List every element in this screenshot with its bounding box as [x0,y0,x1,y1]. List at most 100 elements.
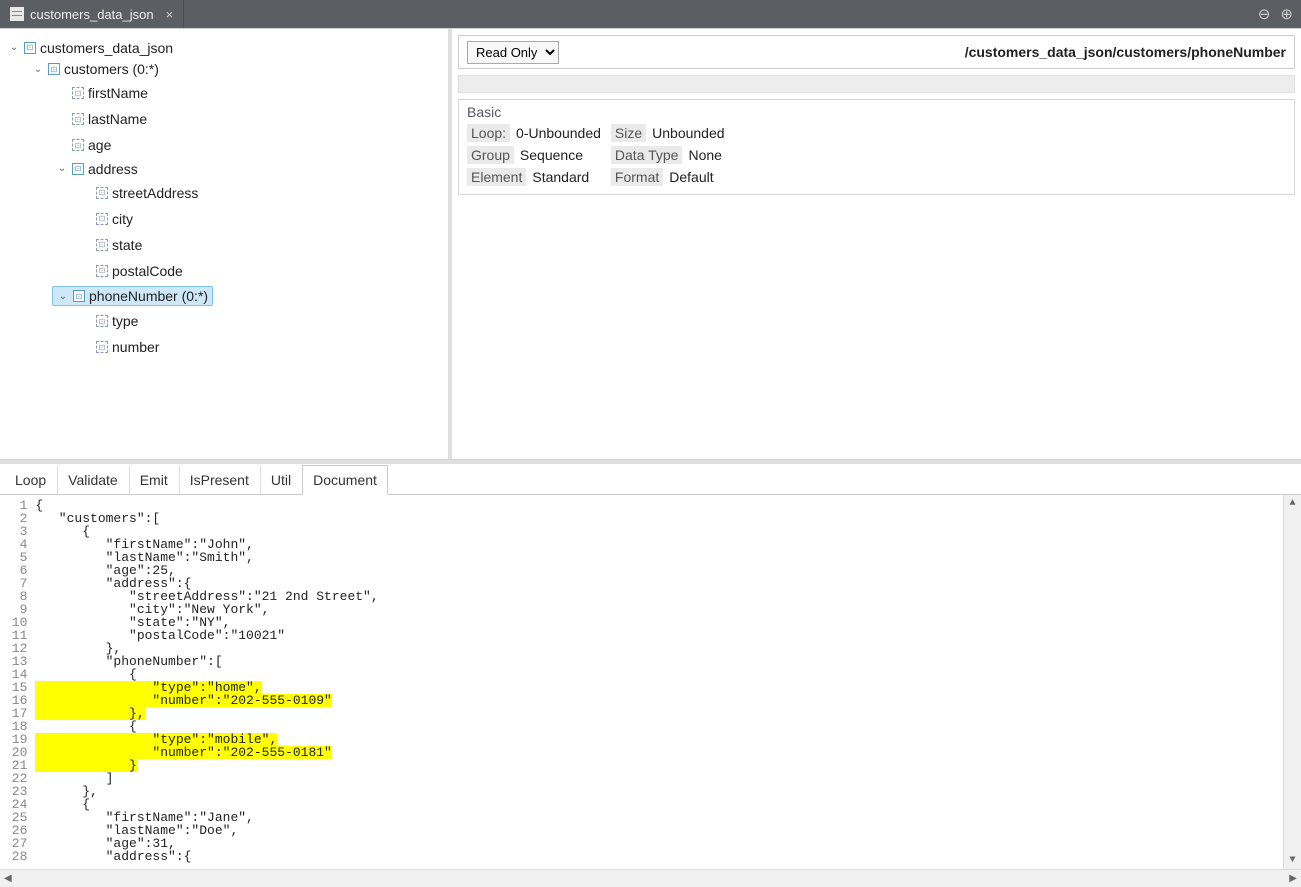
editor-tab-bar: customers_data_json × ⊖ ⊕ [0,0,1301,28]
code-line: "number":"202-555-0181" [35,746,1283,759]
tree-node[interactable]: ⊡ city [76,210,137,228]
main-split: ⌄⊡customers_data_json⌄⊡customers (0:*)⊡f… [0,28,1301,460]
scroll-right-icon[interactable]: ▶ [1289,873,1297,884]
maximize-icon[interactable]: ⊕ [1280,7,1293,22]
detail-panel: Read Only /customers_data_json/customers… [452,29,1301,459]
property-value: Sequence [520,147,583,163]
field-icon: ⊡ [96,187,108,199]
tree-node-label: phoneNumber (0:*) [89,288,208,304]
scroll-left-icon[interactable]: ◀ [4,873,12,884]
tab-validate[interactable]: Validate [57,465,129,495]
mode-select[interactable]: Read Only [467,41,559,64]
code-line: "customers":[ [35,512,1283,525]
collapse-icon[interactable]: ⌄ [57,291,69,302]
code-line: } [35,759,1283,772]
object-icon: ⊡ [72,163,84,175]
document-icon [10,7,24,21]
tree-node[interactable]: ⊡number [76,338,163,356]
detail-separator [458,75,1295,93]
tree-node-label: customers_data_json [40,40,173,56]
property-value: 0-Unbounded [516,125,601,141]
tree-node[interactable]: ⊡streetAddress [76,184,202,202]
scroll-down-icon[interactable]: ▼ [1289,852,1295,869]
tab-ispresent[interactable]: IsPresent [179,465,260,495]
property-label: Format [611,168,663,186]
code-line: "age":25, [35,564,1283,577]
property-cell: Loop: 0-Unbounded [467,124,601,142]
code-editor: 1 2 3 4 5 6 7 8 9 10 11 12 13 14 15 16 1… [0,495,1301,869]
code-line: "lastName":"Doe", [35,824,1283,837]
tree-node[interactable]: ⊡postalCode [76,262,187,280]
tab-loop[interactable]: Loop [4,465,57,495]
editor-tab[interactable]: customers_data_json × [0,0,184,28]
property-cell: Element Standard [467,168,601,186]
bottom-panel: LoopValidateEmitIsPresentUtilDocument 1 … [0,460,1301,887]
code-body[interactable]: { "customers":[ { "firstName":"John", "l… [35,495,1283,869]
scroll-up-icon[interactable]: ▲ [1289,495,1295,512]
code-line: ] [35,772,1283,785]
tree-panel: ⌄⊡customers_data_json⌄⊡customers (0:*)⊡f… [0,29,452,459]
close-icon[interactable]: × [166,7,174,22]
field-icon: ⊡ [96,265,108,277]
bottom-tab-strip: LoopValidateEmitIsPresentUtilDocument [0,464,1301,495]
basic-legend: Basic [459,100,1294,120]
tree-node-label: lastName [88,111,147,127]
property-value: None [688,147,721,163]
tab-emit[interactable]: Emit [129,465,179,495]
property-label: Loop: [467,124,510,142]
detail-header: Read Only /customers_data_json/customers… [458,35,1295,69]
tree-node-label: firstName [88,85,148,101]
code-line: "phoneNumber":[ [35,655,1283,668]
property-value: Standard [532,169,589,185]
basic-group: Basic Loop: 0-Unbounded SizeUnbounded Group… [458,99,1295,195]
tree-node[interactable]: ⊡ state [76,236,146,254]
field-icon: ⊡ [96,213,108,225]
tree-node[interactable]: ⌄⊡phoneNumber (0:*) [52,286,213,306]
tab-util[interactable]: Util [260,465,302,495]
field-icon: ⊡ [72,113,84,125]
code-line: "postalCode":"10021" [35,629,1283,642]
node-path: /customers_data_json/customers/phoneNumb… [965,44,1286,60]
property-label: Element [467,168,526,186]
basic-grid: Loop: 0-Unbounded SizeUnbounded Group Sequen… [459,120,1294,194]
tree-node[interactable]: ⌄⊡customers (0:*) [28,60,163,78]
code-line: "age":31, [35,837,1283,850]
tree-node-label: number [112,339,159,355]
property-cell: Format Default [611,168,725,186]
tree-node-label: state [112,237,142,253]
tree-node[interactable]: ⊡ type [76,312,142,330]
tree-node[interactable]: ⌄⊡address [52,160,142,178]
property-label: Group [467,146,514,164]
tree-node[interactable]: ⌄ ⊡ customers_data_json [4,39,177,57]
code-line: }, [35,707,1283,720]
collapse-icon[interactable]: ⌄ [32,64,44,75]
tree-node[interactable]: ⊡ lastName [52,110,151,128]
collapse-icon[interactable]: ⌄ [56,163,68,174]
property-label: Data Type [611,146,683,164]
object-icon: ⊡ [24,42,36,54]
property-cell: SizeUnbounded [611,124,725,142]
code-line: { [35,499,1283,512]
code-line: "lastName":"Smith", [35,551,1283,564]
code-line: }, [35,785,1283,798]
field-icon: ⊡ [72,139,84,151]
tree-node[interactable]: ⊡firstName [52,84,152,102]
property-value: Default [669,169,713,185]
collapse-icon[interactable]: ⌄ [8,42,20,53]
tab-title: customers_data_json [30,7,154,22]
vertical-scrollbar[interactable]: ▲ ▼ [1283,495,1301,869]
tree-node-label: city [112,211,133,227]
tree-node-label: type [112,313,138,329]
line-number-gutter: 1 2 3 4 5 6 7 8 9 10 11 12 13 14 15 16 1… [0,495,35,869]
property-cell: Data Type None [611,146,725,164]
schema-tree: ⌄⊡customers_data_json⌄⊡customers (0:*)⊡f… [0,35,448,364]
field-icon: ⊡ [96,239,108,251]
tree-node[interactable]: ⊡age [52,136,115,154]
property-label: Size [611,124,646,142]
minimize-icon[interactable]: ⊖ [1258,7,1271,22]
tab-document[interactable]: Document [302,465,388,495]
code-line: "number":"202-555-0109" [35,694,1283,707]
horizontal-scrollbar[interactable]: ◀ ▶ [0,869,1301,887]
tree-node-label: customers (0:*) [64,61,159,77]
field-icon: ⊡ [96,315,108,327]
